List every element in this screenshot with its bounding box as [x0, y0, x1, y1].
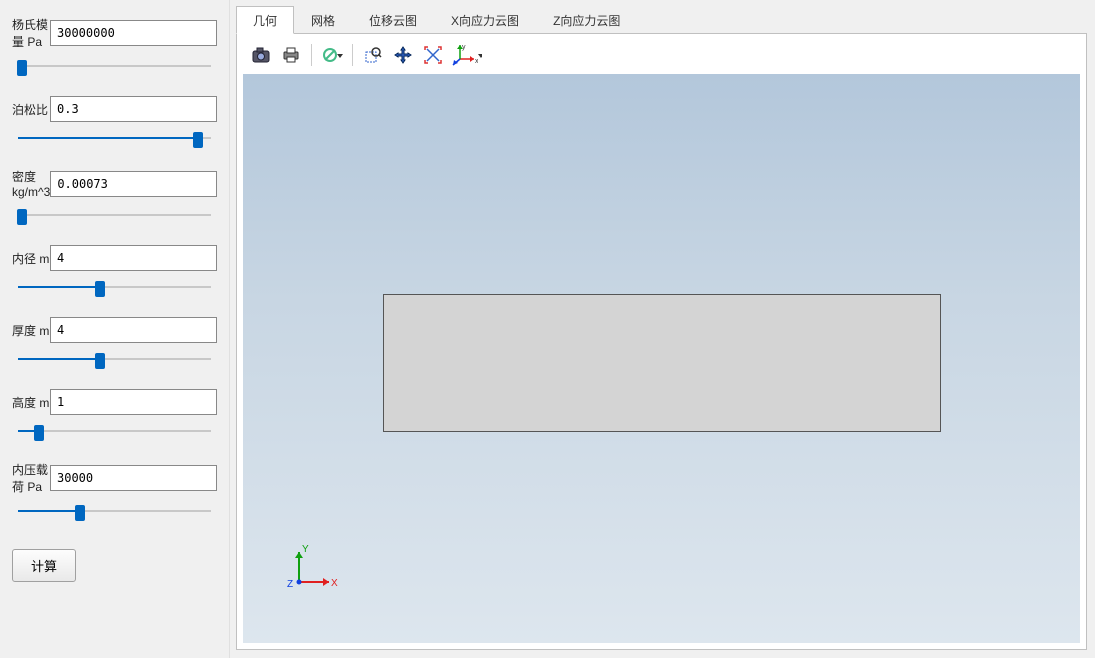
param-input[interactable]: [50, 96, 217, 122]
reset-icon[interactable]: [318, 42, 346, 68]
results-panel: 几何网格位移云图X向应力云图Z向应力云图: [230, 0, 1095, 658]
param-input[interactable]: [50, 317, 217, 343]
tab[interactable]: 位移云图: [352, 6, 434, 34]
param-label: 厚度 m: [12, 322, 50, 339]
param-label: 内径 m: [12, 250, 50, 267]
tab-bar: 几何网格位移云图X向应力云图Z向应力云图: [236, 6, 1087, 34]
tab[interactable]: 网格: [294, 6, 352, 34]
param-label: 内压载荷 Pa: [12, 461, 50, 495]
camera-icon[interactable]: [247, 42, 275, 68]
axis-z-label: Z: [287, 579, 293, 590]
param-group: 高度 m: [12, 389, 217, 439]
param-input[interactable]: [50, 20, 217, 46]
tab[interactable]: 几何: [236, 6, 294, 34]
parameters-panel: 杨氏模量 Pa 泊松比密度 kg/m^3 内径 m 厚度 m 高度 m 内压载荷 Pa 计…: [0, 0, 230, 658]
print-icon[interactable]: [277, 42, 305, 68]
param-group: 厚度 m: [12, 317, 217, 367]
param-label: 高度 m: [12, 394, 50, 411]
svg-text:y: y: [462, 44, 466, 51]
calculate-button[interactable]: 计算: [12, 549, 76, 582]
param-group: 泊松比: [12, 96, 217, 146]
svg-text:x: x: [475, 58, 478, 65]
pan-icon[interactable]: [389, 42, 417, 68]
axis-gizmo: X Y Z: [281, 540, 341, 605]
param-slider[interactable]: [12, 351, 217, 367]
axis-y-label: Y: [302, 544, 309, 555]
param-group: 内径 m: [12, 245, 217, 295]
param-input[interactable]: [50, 465, 217, 491]
tab[interactable]: X向应力云图: [434, 6, 536, 34]
param-slider[interactable]: [12, 130, 217, 146]
tab-content-geometry: x y X Y Z: [236, 33, 1087, 650]
toolbar-separator: [311, 44, 312, 66]
geometry-shape: [383, 294, 941, 432]
param-input[interactable]: [50, 171, 217, 197]
param-group: 杨氏模量 Pa: [12, 16, 217, 74]
axis-x-label: X: [331, 578, 338, 589]
param-slider[interactable]: [12, 279, 217, 295]
param-slider[interactable]: [12, 503, 217, 519]
param-group: 内压载荷 Pa: [12, 461, 217, 519]
param-label: 密度 kg/m^3: [12, 168, 50, 199]
param-input[interactable]: [50, 389, 217, 415]
param-group: 密度 kg/m^3: [12, 168, 217, 223]
axes-icon[interactable]: x y: [449, 42, 483, 68]
param-slider[interactable]: [12, 58, 217, 74]
viewport-toolbar: x y: [243, 40, 1080, 70]
param-slider[interactable]: [12, 423, 217, 439]
tab[interactable]: Z向应力云图: [536, 6, 637, 34]
zoom-extents-icon[interactable]: [419, 42, 447, 68]
param-label: 杨氏模量 Pa: [12, 16, 50, 50]
geometry-viewport[interactable]: X Y Z: [243, 74, 1080, 643]
zoom-box-icon[interactable]: [359, 42, 387, 68]
param-label: 泊松比: [12, 101, 50, 118]
toolbar-separator: [352, 44, 353, 66]
param-input[interactable]: [50, 245, 217, 271]
param-slider[interactable]: [12, 207, 217, 223]
